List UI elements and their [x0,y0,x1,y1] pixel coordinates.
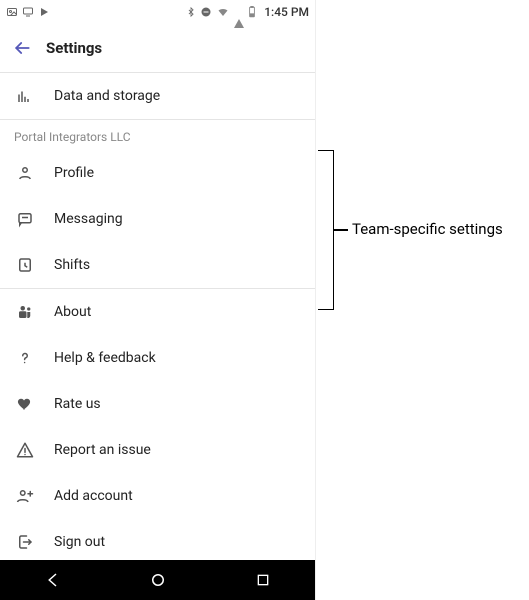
app-header: Settings [0,24,315,72]
row-label: Help & feedback [54,350,301,366]
section-header-org: Portal Integrators LLC [0,120,315,150]
signal-icon [234,5,244,19]
wifi-icon [216,6,230,18]
warning-icon [14,441,36,459]
row-shifts[interactable]: Shifts [0,242,315,288]
battery-icon [248,6,256,18]
row-data-and-storage[interactable]: Data and storage [0,73,315,119]
row-label: Profile [54,165,301,181]
row-label: Sign out [54,534,301,550]
nav-back-icon[interactable] [44,571,62,589]
message-icon [14,210,36,228]
row-profile[interactable]: Profile [0,150,315,196]
annotation-label: Team-specific settings [352,220,503,238]
row-help-feedback[interactable]: Help & feedback [0,335,315,381]
heart-icon [14,395,36,413]
bracket-icon [318,150,334,310]
row-label: Add account [54,488,301,504]
status-bar: 1:45 PM [0,0,315,24]
status-time: 1:45 PM [264,5,309,19]
back-arrow-icon[interactable] [12,38,32,58]
row-add-account[interactable]: Add account [0,473,315,519]
row-rate-us[interactable]: Rate us [0,381,315,427]
play-icon [38,6,50,18]
help-icon [14,349,36,367]
row-label: Data and storage [54,88,301,104]
nav-home-icon[interactable] [149,571,167,589]
shifts-icon [14,256,36,274]
row-messaging[interactable]: Messaging [0,196,315,242]
row-label: Shifts [54,257,301,273]
dnd-icon [200,6,212,18]
row-label: About [54,304,301,320]
row-label: Rate us [54,396,301,412]
settings-list: Data and storage Portal Integrators LLC … [0,73,315,560]
profile-icon [14,164,36,182]
signout-icon [14,533,36,551]
histogram-icon [14,87,36,105]
teams-icon [14,303,36,321]
row-label: Report an issue [54,442,301,458]
row-about[interactable]: About [0,289,315,335]
row-report-issue[interactable]: Report an issue [0,427,315,473]
phone-frame: 1:45 PM Settings Data and storage Portal… [0,0,316,600]
page-title: Settings [46,39,102,57]
android-navbar [0,560,315,600]
row-sign-out[interactable]: Sign out [0,519,315,560]
cast-icon [22,6,34,18]
add-account-icon [14,487,36,505]
annotation: Team-specific settings [318,150,528,310]
bluetooth-icon [186,6,196,18]
nav-recent-icon[interactable] [255,572,271,588]
photo-icon [6,6,18,18]
row-label: Messaging [54,211,301,227]
